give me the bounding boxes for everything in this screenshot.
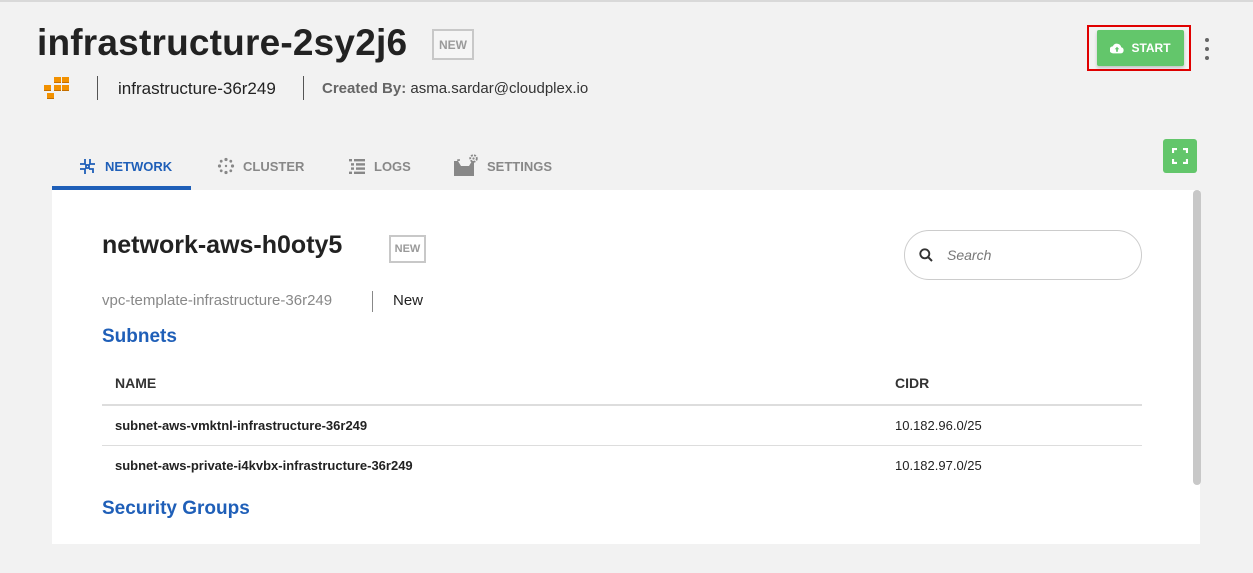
network-icon: [80, 158, 95, 174]
search-icon: [919, 248, 933, 262]
subnet-cidr: 10.182.97.0/25: [895, 458, 982, 473]
column-header-cidr: CIDR: [895, 375, 930, 391]
divider: [303, 76, 304, 100]
fullscreen-icon: [1172, 148, 1188, 164]
column-header-name: NAME: [115, 375, 157, 391]
fullscreen-button[interactable]: [1163, 139, 1197, 173]
cloud-upload-icon: [1110, 43, 1125, 53]
subnet-name: subnet-aws-private-i4kvbx-infrastructure…: [115, 458, 413, 473]
divider: [372, 291, 373, 312]
created-by: Created By: asma.sardar@cloudplex.io: [322, 80, 588, 97]
vpc-name: vpc-template-infrastructure-36r249: [102, 292, 333, 309]
tab-network-label: NETWORK: [105, 158, 173, 174]
tab-network[interactable]: NETWORK: [78, 142, 172, 190]
tab-cluster-label: CLUSTER: [243, 158, 305, 174]
more-options-icon[interactable]: [1203, 38, 1211, 60]
parent-infrastructure-name: infrastructure-36r249: [118, 79, 276, 98]
search-input[interactable]: [945, 246, 1119, 264]
tab-settings[interactable]: SETTINGS: [453, 142, 552, 190]
logs-icon: [349, 158, 365, 174]
page-title: infrastructure-2sy2j6: [37, 22, 408, 63]
network-status-badge: NEW: [389, 235, 426, 263]
top-border: [0, 0, 1253, 2]
row-divider: [102, 445, 1142, 446]
created-by-label: Created By:: [322, 80, 407, 97]
network-status: New: [393, 292, 424, 309]
subnet-name: subnet-aws-vmktnl-infrastructure-36r249: [115, 418, 368, 433]
start-button[interactable]: START: [1097, 30, 1184, 66]
settings-icon: [454, 154, 478, 176]
tab-logs-label: LOGS: [374, 158, 411, 174]
security-groups-heading: Security Groups: [102, 498, 250, 519]
divider: [97, 76, 98, 100]
subnet-cidr: 10.182.96.0/25: [895, 418, 982, 433]
cluster-icon: [217, 157, 235, 175]
tab-settings-label: SETTINGS: [487, 158, 553, 174]
network-title: network-aws-h0oty5: [102, 231, 343, 259]
tab-cluster[interactable]: CLUSTER: [217, 142, 304, 190]
table-header-divider: [102, 404, 1142, 406]
scrollbar[interactable]: [1193, 190, 1201, 485]
start-button-label: START: [1131, 41, 1171, 55]
subnets-heading: Subnets: [102, 326, 177, 347]
status-badge: NEW: [432, 29, 474, 60]
tab-logs[interactable]: LOGS: [348, 142, 411, 190]
created-by-value: asma.sardar@cloudplex.io: [410, 80, 589, 97]
search-box[interactable]: [904, 230, 1142, 280]
aws-logo-icon: [44, 77, 69, 99]
